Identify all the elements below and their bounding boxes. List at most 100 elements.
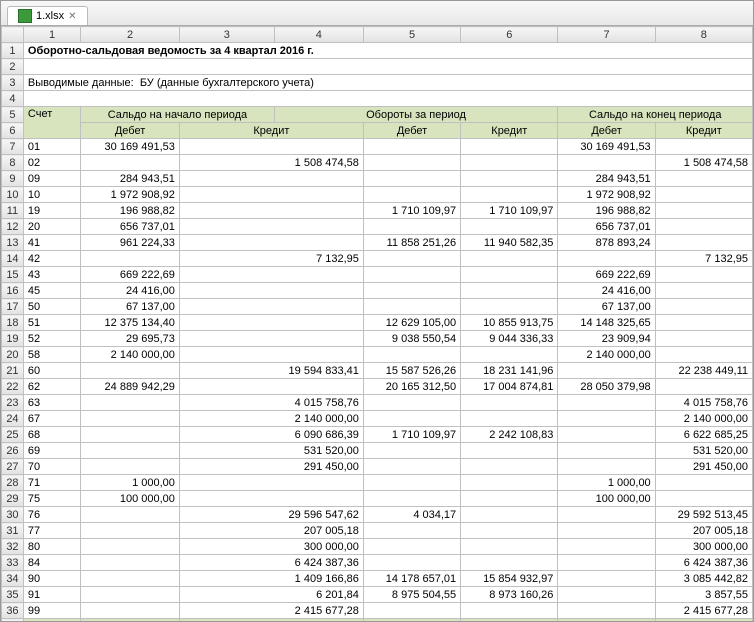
turnover-debit[interactable] — [363, 299, 460, 315]
account-code[interactable]: 58 — [23, 347, 80, 363]
turnover-debit[interactable] — [363, 411, 460, 427]
table-row[interactable]: 164524 416,0024 416,00 — [2, 283, 753, 299]
row-header[interactable]: 29 — [2, 491, 24, 507]
opening-debit[interactable]: 1 972 908,92 — [81, 187, 180, 203]
turnover-debit[interactable]: 4 034,17 — [363, 507, 460, 523]
table-row[interactable]: 175067 137,0067 137,00 — [2, 299, 753, 315]
account-code[interactable]: 19 — [23, 203, 80, 219]
col-header[interactable]: 4 — [274, 27, 363, 43]
opening-credit[interactable]: 7 132,95 — [179, 251, 363, 267]
turnover-debit[interactable]: 1 710 109,97 — [363, 203, 460, 219]
table-row[interactable]: 1220656 737,01656 737,01 — [2, 219, 753, 235]
opening-credit[interactable]: 6 090 686,39 — [179, 427, 363, 443]
opening-credit[interactable] — [179, 283, 363, 299]
opening-credit[interactable] — [179, 187, 363, 203]
account-code[interactable]: 76 — [23, 507, 80, 523]
opening-debit[interactable]: 2 140 000,00 — [81, 347, 180, 363]
row-header[interactable]: 20 — [2, 347, 24, 363]
account-code[interactable]: 42 — [23, 251, 80, 267]
turnover-debit[interactable] — [363, 555, 460, 571]
opening-credit[interactable] — [179, 219, 363, 235]
row-header[interactable]: 23 — [2, 395, 24, 411]
row-header[interactable]: 31 — [2, 523, 24, 539]
empty-cell[interactable] — [23, 59, 752, 75]
turnover-credit[interactable] — [461, 507, 558, 523]
turnover-credit[interactable] — [461, 475, 558, 491]
closing-debit[interactable]: 2 140 000,00 — [558, 347, 655, 363]
opening-credit[interactable] — [179, 491, 363, 507]
row-header[interactable]: 2 — [2, 59, 24, 75]
table-row[interactable]: 1341961 224,3311 858 251,2611 940 582,35… — [2, 235, 753, 251]
closing-debit[interactable] — [558, 395, 655, 411]
opening-credit[interactable]: 1 409 166,86 — [179, 571, 363, 587]
closing-debit[interactable] — [558, 427, 655, 443]
row-header[interactable]: 1 — [2, 43, 24, 59]
table-row[interactable]: 34901 409 166,8614 178 657,0115 854 932,… — [2, 571, 753, 587]
account-code[interactable]: 43 — [23, 267, 80, 283]
opening-credit[interactable] — [179, 299, 363, 315]
closing-debit[interactable] — [558, 443, 655, 459]
turnover-debit[interactable] — [363, 491, 460, 507]
turnover-credit[interactable]: 18 231 141,96 — [461, 363, 558, 379]
table-row[interactable]: 226224 889 942,2920 165 312,5017 004 874… — [2, 379, 753, 395]
closing-debit[interactable] — [558, 507, 655, 523]
row-header[interactable]: 25 — [2, 427, 24, 443]
turnover-debit[interactable] — [363, 219, 460, 235]
closing-credit[interactable]: 4 015 758,76 — [655, 395, 752, 411]
account-code[interactable]: 09 — [23, 171, 80, 187]
table-row[interactable]: 2770291 450,00291 450,00 — [2, 459, 753, 475]
opening-debit[interactable]: 12 375 134,40 — [81, 315, 180, 331]
turnover-credit[interactable] — [461, 603, 558, 619]
turnover-credit[interactable] — [461, 187, 558, 203]
account-code[interactable]: 41 — [23, 235, 80, 251]
closing-debit[interactable]: 100 000,00 — [558, 491, 655, 507]
turnover-credit[interactable]: 9 044 336,33 — [461, 331, 558, 347]
turnover-debit[interactable] — [363, 155, 460, 171]
row-header[interactable]: 3 — [2, 75, 24, 91]
row-header[interactable]: 14 — [2, 251, 24, 267]
row-header[interactable]: 6 — [2, 123, 24, 139]
col-header[interactable]: 7 — [558, 27, 655, 43]
opening-debit[interactable] — [81, 155, 180, 171]
opening-debit[interactable] — [81, 363, 180, 379]
closing-debit[interactable] — [558, 555, 655, 571]
turnover-debit[interactable] — [363, 539, 460, 555]
account-code[interactable]: 99 — [23, 603, 80, 619]
row-header[interactable]: 32 — [2, 539, 24, 555]
col-header[interactable]: 2 — [81, 27, 180, 43]
table-row[interactable]: 35916 201,848 975 504,558 973 160,263 85… — [2, 587, 753, 603]
table-row[interactable]: 14427 132,957 132,95 — [2, 251, 753, 267]
row-header[interactable]: 13 — [2, 235, 24, 251]
turnover-credit[interactable] — [461, 267, 558, 283]
turnover-credit[interactable]: 1 710 109,97 — [461, 203, 558, 219]
table-row[interactable]: 195229 695,739 038 550,549 044 336,3323 … — [2, 331, 753, 347]
opening-debit[interactable]: 961 224,33 — [81, 235, 180, 251]
turnover-credit[interactable] — [461, 443, 558, 459]
turnover-debit[interactable] — [363, 603, 460, 619]
account-code[interactable]: 60 — [23, 363, 80, 379]
opening-credit[interactable] — [179, 139, 363, 155]
opening-debit[interactable] — [81, 427, 180, 443]
turnover-credit[interactable]: 11 940 582,35 — [461, 235, 558, 251]
account-code[interactable]: 91 — [23, 587, 80, 603]
closing-debit[interactable]: 14 148 325,65 — [558, 315, 655, 331]
turnover-debit[interactable]: 12 629 105,00 — [363, 315, 460, 331]
table-row[interactable]: 25686 090 686,391 710 109,972 242 108,83… — [2, 427, 753, 443]
row-header[interactable]: 12 — [2, 219, 24, 235]
turnover-debit[interactable] — [363, 523, 460, 539]
empty-cell[interactable] — [23, 91, 752, 107]
row-header[interactable]: 11 — [2, 203, 24, 219]
col-header[interactable]: 5 — [363, 27, 460, 43]
opening-credit[interactable]: 207 005,18 — [179, 523, 363, 539]
account-code[interactable]: 63 — [23, 395, 80, 411]
turnover-credit[interactable]: 17 004 874,81 — [461, 379, 558, 395]
opening-credit[interactable] — [179, 331, 363, 347]
closing-credit[interactable]: 29 592 513,45 — [655, 507, 752, 523]
opening-credit[interactable]: 291 450,00 — [179, 459, 363, 475]
turnover-credit[interactable]: 8 973 160,26 — [461, 587, 558, 603]
turnover-credit[interactable] — [461, 299, 558, 315]
turnover-debit[interactable] — [363, 251, 460, 267]
opening-debit[interactable]: 284 943,51 — [81, 171, 180, 187]
turnover-debit[interactable]: 20 165 312,50 — [363, 379, 460, 395]
closing-credit[interactable]: 300 000,00 — [655, 539, 752, 555]
